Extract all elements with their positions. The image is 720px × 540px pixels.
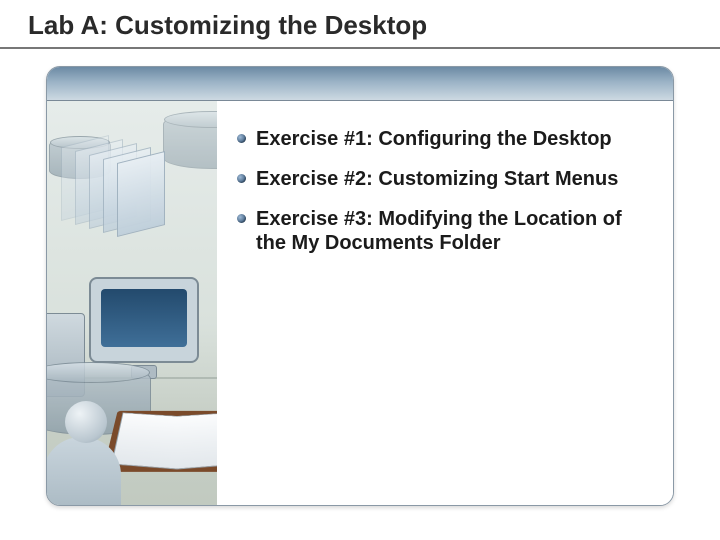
person-icon bbox=[47, 401, 121, 505]
exercise-list: Exercise #1: Configuring the Desktop Exe… bbox=[217, 101, 673, 505]
bullet-icon bbox=[237, 174, 246, 183]
bullet-icon bbox=[237, 134, 246, 143]
slide-title: Lab A: Customizing the Desktop bbox=[28, 10, 427, 41]
list-item: Exercise #1: Configuring the Desktop bbox=[237, 127, 649, 151]
bullet-icon bbox=[237, 214, 246, 223]
panel-topbar bbox=[47, 67, 673, 101]
exercise-label: Exercise #2: Customizing Start Menus bbox=[256, 167, 618, 191]
title-divider bbox=[0, 47, 720, 49]
content-panel: Exercise #1: Configuring the Desktop Exe… bbox=[46, 66, 674, 506]
exercise-label: Exercise #3: Modifying the Location of t… bbox=[256, 207, 636, 255]
list-item: Exercise #3: Modifying the Location of t… bbox=[237, 207, 649, 255]
database-icon bbox=[163, 113, 217, 169]
exercise-label: Exercise #1: Configuring the Desktop bbox=[256, 127, 612, 151]
panel-body: Exercise #1: Configuring the Desktop Exe… bbox=[47, 101, 673, 505]
illustration-area bbox=[47, 101, 217, 505]
slide: Lab A: Customizing the Desktop bbox=[0, 0, 720, 540]
monitor-icon bbox=[89, 277, 199, 363]
list-item: Exercise #2: Customizing Start Menus bbox=[237, 167, 649, 191]
book-icon bbox=[111, 414, 217, 467]
